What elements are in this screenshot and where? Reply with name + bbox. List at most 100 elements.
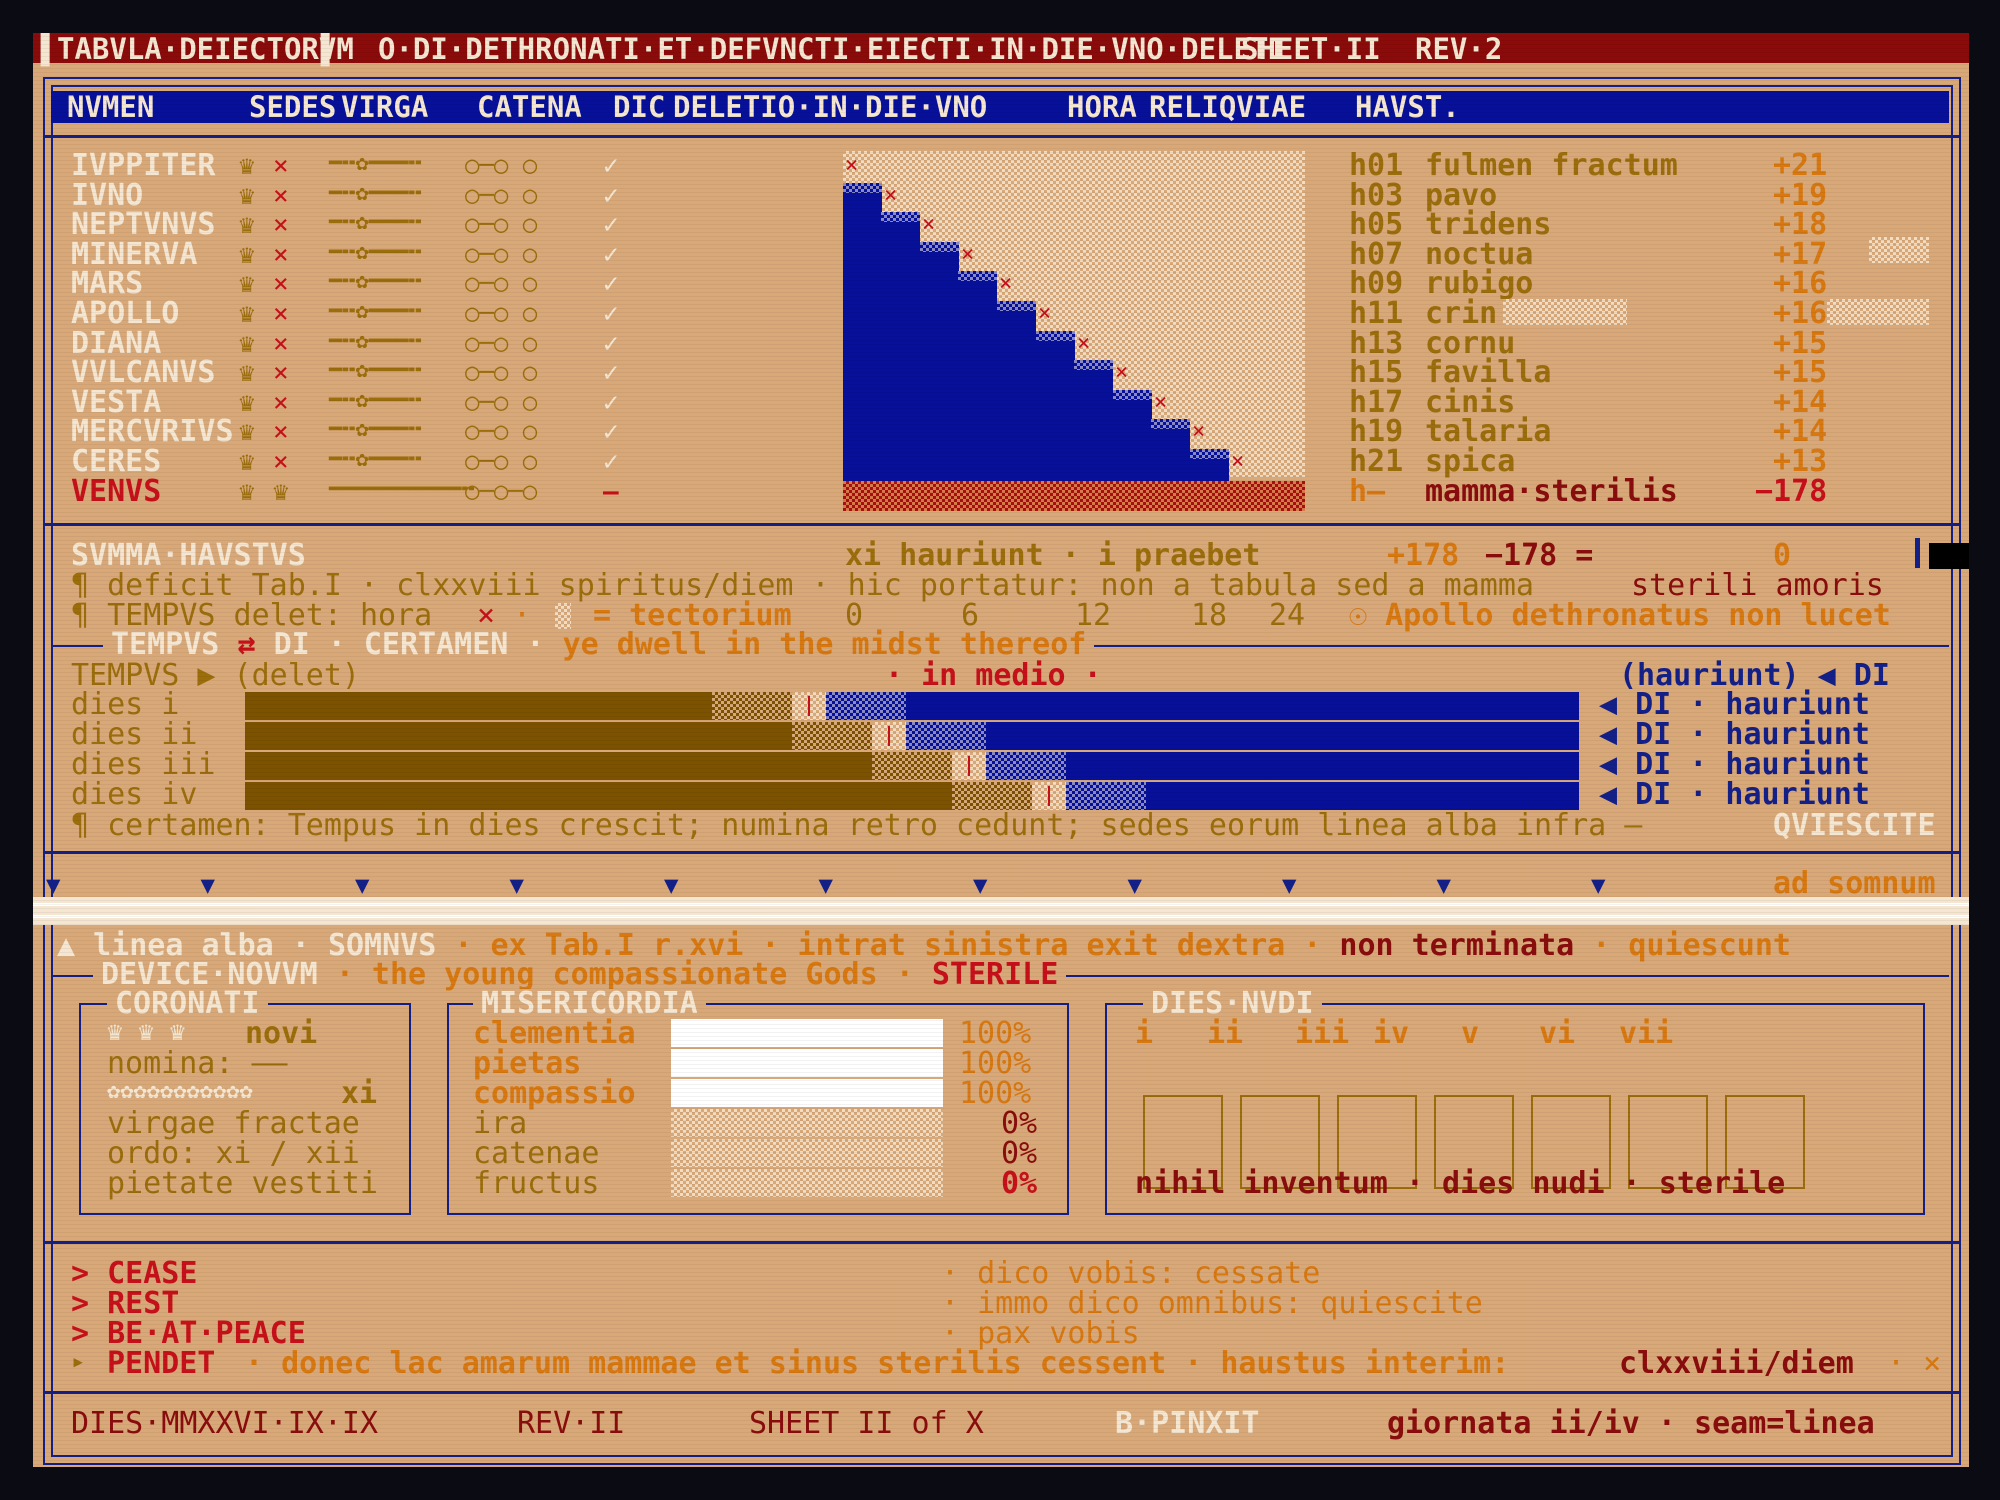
crown-icon: ♛: [239, 477, 255, 507]
footer-date: DIES·MMXXVI·IX·IX: [71, 1406, 379, 1441]
virga-icon: ━╍✿━━━╍: [329, 151, 422, 176]
ad-somnum-label: ad somnum: [1773, 866, 1936, 901]
deletion-cross-icon: ×: [845, 153, 859, 178]
check-icon: ✓: [603, 210, 619, 240]
deleted-edge: [997, 301, 1036, 311]
god-name[interactable]: APOLLO: [71, 299, 179, 329]
medio-mark: [888, 726, 890, 746]
god-name-venus[interactable]: VENVS: [71, 477, 161, 507]
misericordia-pct: 100%: [959, 1016, 1032, 1051]
relic-name: favilla: [1425, 355, 1552, 390]
catena-icon: ○─○ ○: [465, 210, 538, 238]
relic-haust: +15: [1773, 355, 1828, 390]
check-icon: ✓: [603, 388, 619, 418]
cross-icon: ×: [273, 181, 289, 211]
header-hora: HORA: [1067, 90, 1137, 124]
summa-block: [1929, 543, 1969, 569]
god-name[interactable]: IVPPITER: [71, 151, 216, 181]
catena-icon: ○─○ ○: [465, 181, 538, 209]
dies-label: vii: [1619, 1016, 1674, 1051]
crown-icon: ♛: [239, 299, 255, 329]
coronati-line-3: pietate vestiti: [107, 1166, 378, 1201]
header-sedes: SEDES: [249, 90, 337, 124]
god-name[interactable]: CERES: [71, 447, 161, 477]
deletion-cross-icon: ×: [1077, 331, 1091, 356]
misericordia-track: [671, 1109, 943, 1137]
coronati-line-2: ordo: xi / xii: [107, 1136, 360, 1171]
deficit-line: ¶ deficit Tab.I · clxxviii spiritus/diem…: [71, 568, 1534, 603]
god-name[interactable]: MARS: [71, 269, 143, 299]
footer-rev: REV·II: [517, 1406, 626, 1441]
check-icon: ✓: [603, 447, 619, 477]
deficit-tail: sterili amoris: [1631, 568, 1884, 603]
linea-alba-hl: [33, 903, 1969, 906]
crown-icon: ♛: [239, 240, 255, 270]
check-icon: ✓: [603, 417, 619, 447]
di-fade: [826, 692, 906, 720]
pendet-tail: · ×: [1887, 1346, 1942, 1381]
rev-label: REV·2: [1415, 33, 1503, 66]
certamen-note-tail: QVIESCITE: [1773, 808, 1936, 843]
tectorium-swatch: [555, 603, 571, 629]
medio-mark: [1048, 786, 1050, 806]
dies-nvdi-note: nihil inventum · dies nudi · sterile: [1135, 1166, 1786, 1201]
misericordia-label: ira: [473, 1106, 528, 1141]
tempus-bar: [245, 752, 872, 780]
cross-icon: ×: [273, 329, 289, 359]
summa-text: xi hauriunt · i praebet: [845, 538, 1261, 573]
relic-haust: +16: [1773, 266, 1828, 301]
certamen-title-a: TEMPVS: [111, 627, 220, 662]
relic-hour: h21: [1349, 444, 1404, 479]
crown-icon: ♛: [239, 329, 255, 359]
relic-haust: +13: [1773, 444, 1828, 479]
tempus-fade: [952, 782, 1032, 810]
cmd-rest[interactable]: > REST: [71, 1289, 179, 1319]
cross-icon: ×: [273, 240, 289, 270]
venus-bar: [843, 481, 1305, 511]
certamen-mid-header: · in medio ·: [885, 658, 1102, 693]
god-name[interactable]: MERCVRIVS: [71, 417, 234, 447]
cmd-pendet[interactable]: PENDET: [107, 1349, 215, 1379]
virga-icon: ━╍✿━━━╍: [329, 240, 422, 265]
header-catena: CATENA: [477, 90, 582, 124]
check-icon: ✓: [603, 151, 619, 181]
cmd-peace[interactable]: > BE·AT·PEACE: [71, 1319, 306, 1349]
deletion-cross-icon: ×: [961, 242, 975, 267]
header-nomen: NVMEN: [67, 90, 155, 124]
title-cursor-right: ▌: [321, 33, 339, 66]
deletion-cross-icon: ×: [1192, 419, 1206, 444]
divider-marker: [43, 851, 1961, 854]
virga-icon: ━╍✿━━━╍: [329, 447, 422, 472]
virga-icon: ━╍✿━━━╍: [329, 417, 422, 442]
somnvs-d: non terminata: [1339, 928, 1575, 963]
coronati-nomina: nomina: ——: [107, 1046, 288, 1081]
app-title: TABVLA·DEIECTORVM: [57, 33, 354, 66]
god-name[interactable]: VVLCANVS: [71, 358, 216, 388]
deletion-cross-icon: ×: [1038, 301, 1052, 326]
cross-icon: ×: [273, 210, 289, 240]
relic-hour: h09: [1349, 266, 1404, 301]
certamen-title: TEMPVS ⇄ DI · CERTAMEN · ye dwell in the…: [103, 627, 1095, 662]
speckle-patch: [1503, 299, 1627, 325]
relic-name: fulmen fractum: [1425, 148, 1678, 183]
god-name[interactable]: NEPTVNVS: [71, 210, 216, 240]
certamen-note: ¶ certamen: Tempus in dies crescit; numi…: [71, 808, 1643, 843]
marker-arrow-icon: ▼: [200, 871, 215, 899]
tempus-bar: [245, 722, 792, 750]
header-dic: DIC: [613, 90, 666, 124]
cross-icon: ×: [273, 447, 289, 477]
cmd-cease[interactable]: > CEASE: [71, 1259, 197, 1289]
di-fade: [1066, 782, 1146, 810]
deleted-edge: [1151, 419, 1190, 429]
check-icon: ✓: [603, 181, 619, 211]
catena-icon: ○─○ ○: [465, 151, 538, 179]
certamen-day-label: dies ii: [71, 717, 198, 752]
virga-icon: ━╍✿━━━╍: [329, 181, 422, 206]
relic-name: spica: [1425, 444, 1516, 479]
dies-label: v: [1461, 1016, 1480, 1051]
marker-arrow-icon: ▼: [1282, 871, 1297, 899]
misericordia-title: MISERICORDIA: [473, 989, 706, 1019]
summa-cursor: [1915, 538, 1920, 568]
virga-icon: ━╍✿━━━╍: [329, 210, 422, 235]
virga-icon: ━╍✿━━━╍: [329, 269, 422, 294]
